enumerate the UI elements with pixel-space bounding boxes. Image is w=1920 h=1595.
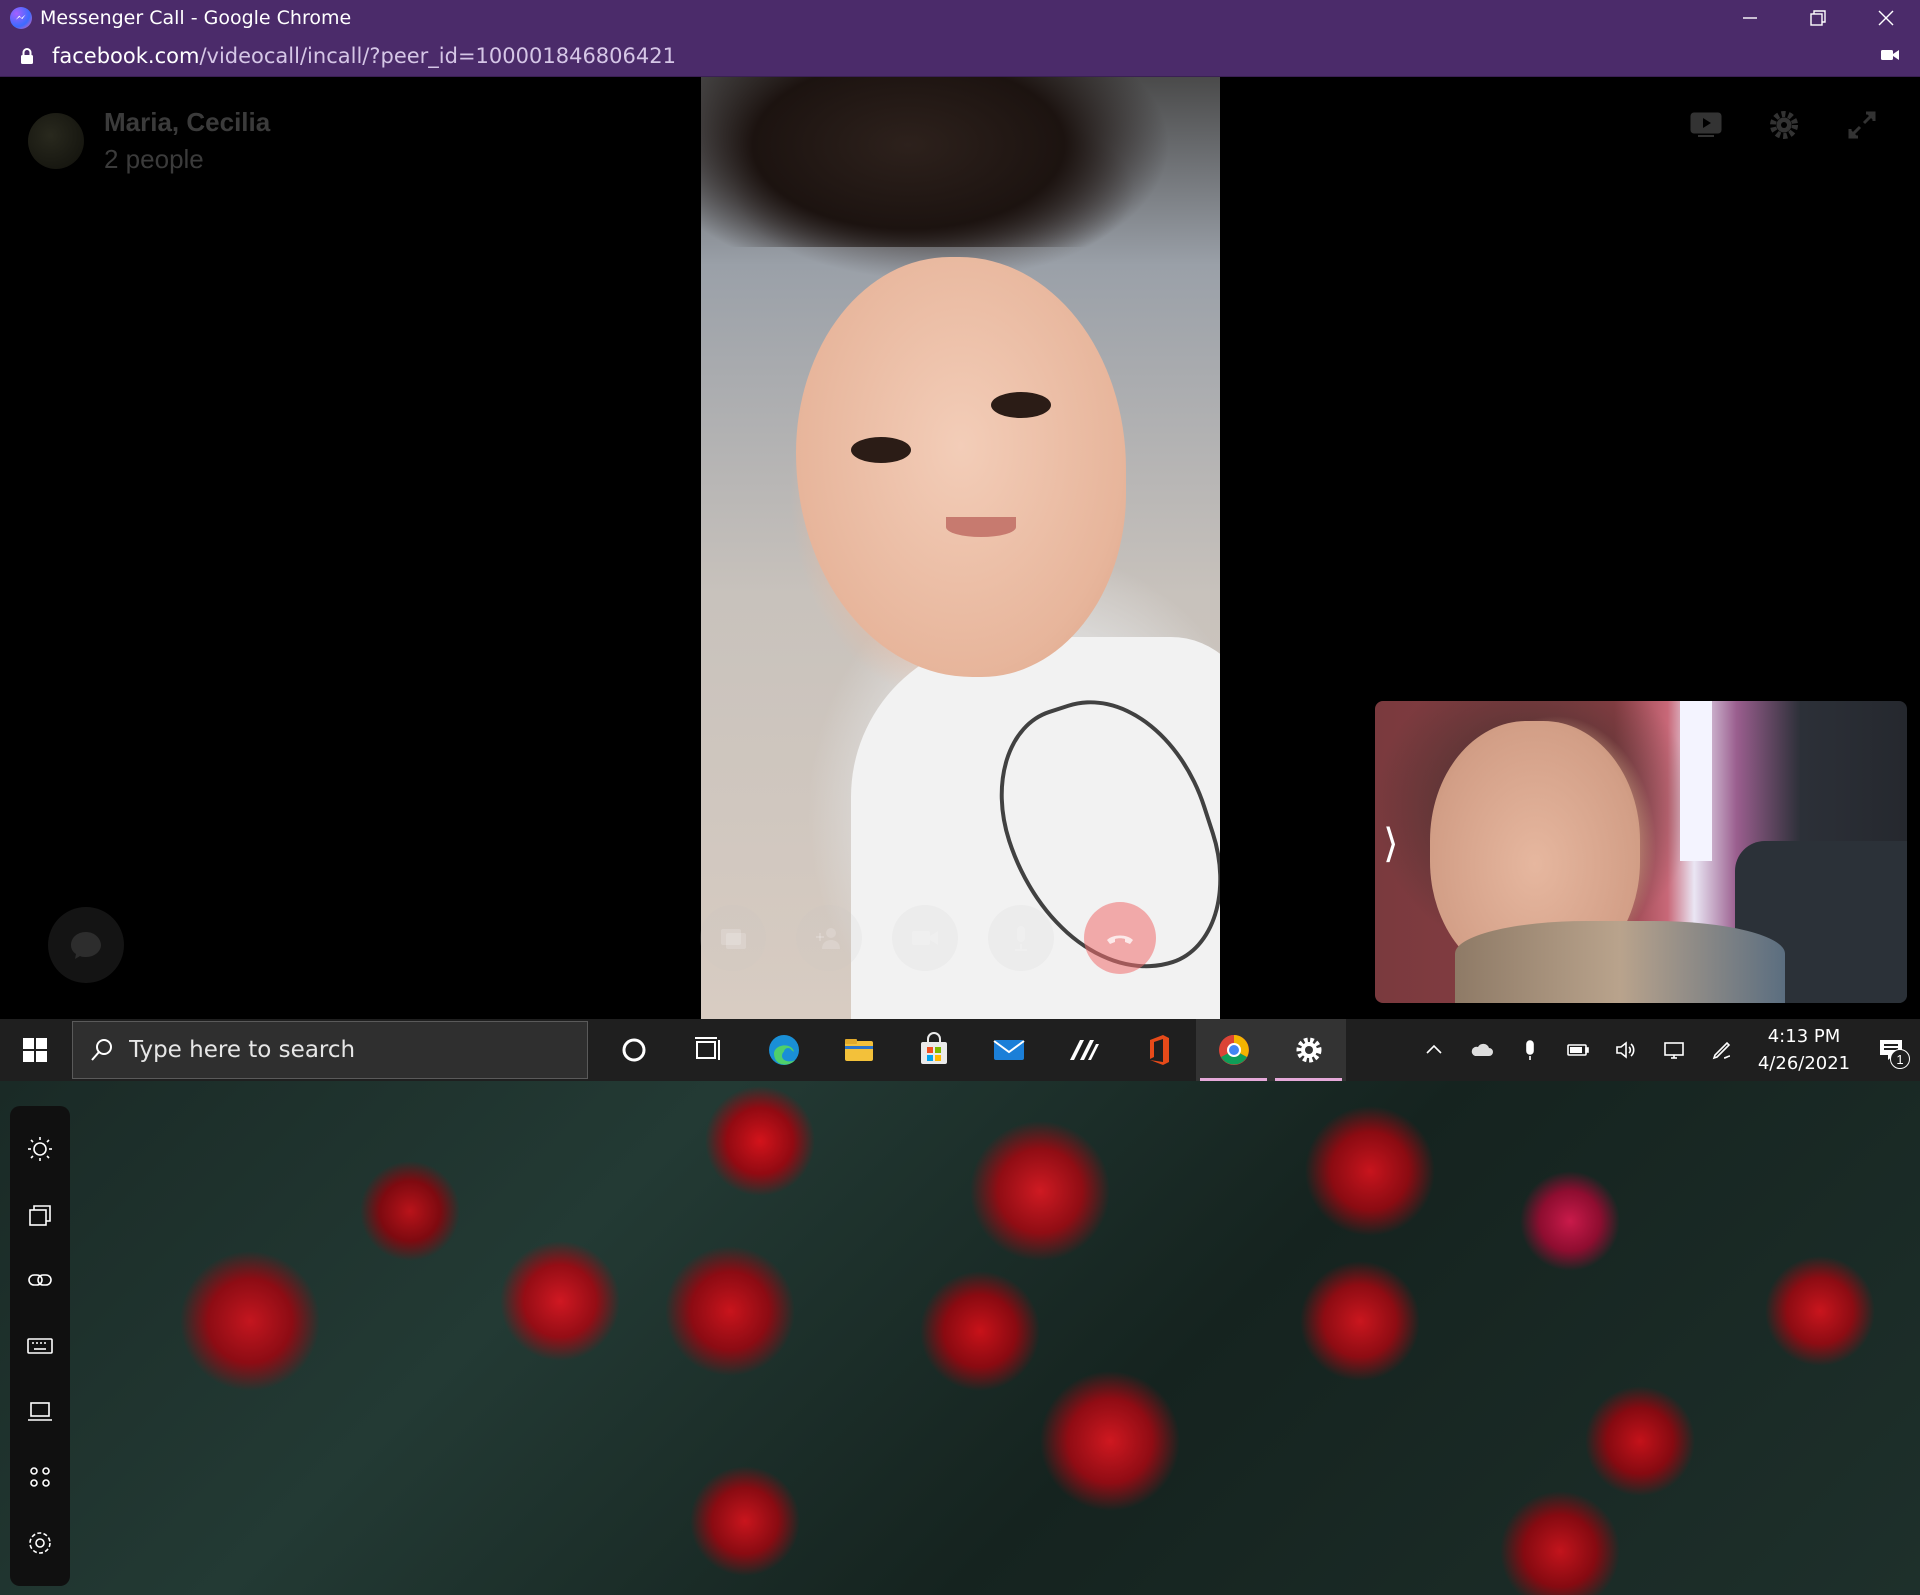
edge-icon[interactable] <box>746 1019 821 1081</box>
search-icon <box>91 1039 112 1061</box>
video-content <box>1680 701 1712 861</box>
battery-icon[interactable] <box>1554 1019 1602 1081</box>
window-title: Messenger Call - Google Chrome <box>40 6 352 29</box>
settings-gear-icon[interactable] <box>1766 107 1802 143</box>
call-group-name: Maria, Cecilia <box>104 107 271 137</box>
browser-title-bar: Messenger Call - Google Chrome <box>0 0 1920 35</box>
onedrive-icon[interactable] <box>1458 1019 1506 1081</box>
apps-icon[interactable] <box>18 1455 62 1499</box>
address-bar[interactable]: facebook.com/videocall/incall/?peer_id=1… <box>0 35 1920 77</box>
pen-icon[interactable] <box>1698 1019 1746 1081</box>
chat-bubble-icon <box>71 932 101 959</box>
mail-icon[interactable] <box>971 1019 1046 1081</box>
taskbar-clock[interactable]: 4:13 PM 4/26/2021 <box>1754 1023 1854 1077</box>
fullscreen-icon[interactable] <box>1844 107 1880 143</box>
volume-icon[interactable] <box>1602 1019 1650 1081</box>
video-toggle-button[interactable] <box>892 905 958 971</box>
chat-button[interactable] <box>48 907 124 983</box>
call-header: Maria, Cecilia 2 people <box>28 107 270 175</box>
taskbar-search-box[interactable] <box>72 1021 588 1079</box>
end-call-icon <box>1107 935 1133 944</box>
screen-share-icon[interactable] <box>1688 107 1724 143</box>
url-path: /videocall/incall/?peer_id=1000018468064… <box>199 43 676 68</box>
end-call-button[interactable] <box>1084 902 1156 974</box>
video-content <box>796 257 1126 677</box>
microphone-icon <box>1015 926 1027 951</box>
minimize-button[interactable] <box>1716 0 1784 35</box>
url-text[interactable]: facebook.com/videocall/incall/?peer_id=1… <box>52 44 676 68</box>
side-dock-toolbar <box>10 1106 70 1586</box>
network-icon[interactable] <box>1650 1019 1698 1081</box>
brightness-icon[interactable] <box>18 1127 62 1171</box>
start-button[interactable] <box>0 1019 70 1081</box>
office-icon[interactable] <box>1121 1019 1196 1081</box>
remote-video-feed <box>701 77 1220 1019</box>
task-view-icon[interactable] <box>671 1019 746 1081</box>
laptop-icon[interactable] <box>18 1390 62 1434</box>
video-content <box>851 437 911 463</box>
windows-taskbar: 4:13 PM 4/26/2021 1 <box>0 1019 1920 1081</box>
close-button[interactable] <box>1852 0 1920 35</box>
search-input[interactable] <box>129 1037 549 1063</box>
file-explorer-icon[interactable] <box>821 1019 896 1081</box>
microsoft-store-icon[interactable] <box>896 1019 971 1081</box>
clock-time: 4:13 PM <box>1767 1026 1841 1047</box>
collapse-preview-icon[interactable]: ⟩ <box>1383 821 1399 867</box>
cortana-icon[interactable] <box>596 1019 671 1081</box>
self-video-preview[interactable]: ⟩ <box>1375 701 1907 1003</box>
url-domain: facebook.com <box>52 43 200 68</box>
camera-in-use-icon[interactable] <box>1880 47 1900 63</box>
windows-icon[interactable] <box>18 1193 62 1237</box>
chrome-icon[interactable] <box>1196 1019 1271 1081</box>
keyboard-icon[interactable] <box>18 1324 62 1368</box>
video-call-area: Maria, Cecilia 2 people ⟩ <box>0 77 1920 1019</box>
video-camera-icon <box>912 931 938 945</box>
call-top-toolbar <box>1688 107 1880 143</box>
show-hidden-icons-icon[interactable] <box>1410 1019 1458 1081</box>
minimize-icon <box>1743 16 1757 19</box>
notification-count-badge: 1 <box>1890 1049 1910 1069</box>
mute-button[interactable] <box>988 905 1054 971</box>
video-content <box>991 392 1051 418</box>
share-screen-button[interactable] <box>700 905 766 971</box>
settings-gear-icon[interactable] <box>18 1521 62 1565</box>
restore-button[interactable] <box>1784 0 1852 35</box>
messenger-logo-icon <box>10 6 32 29</box>
microphone-icon[interactable] <box>1506 1019 1554 1081</box>
video-content <box>1455 921 1785 1003</box>
add-person-button[interactable] <box>796 905 862 971</box>
share-screen-icon <box>721 929 746 949</box>
settings-icon[interactable] <box>1271 1019 1346 1081</box>
call-participant-count: 2 people <box>104 144 204 174</box>
group-avatar <box>28 113 84 169</box>
clock-date: 4/26/2021 <box>1757 1053 1851 1074</box>
action-center-button[interactable]: 1 <box>1862 1019 1920 1081</box>
windows-logo-icon <box>23 1038 47 1062</box>
link-icon[interactable] <box>18 1258 62 1302</box>
app-icon[interactable] <box>1046 1019 1121 1081</box>
desktop-wallpaper <box>0 1081 1920 1595</box>
lock-icon[interactable] <box>20 47 34 64</box>
close-icon <box>1878 10 1894 25</box>
call-controls <box>700 902 1156 974</box>
video-content <box>946 517 1016 537</box>
video-content <box>701 77 1220 247</box>
add-person-icon <box>816 928 840 949</box>
restore-icon <box>1810 9 1826 26</box>
system-tray: 4:13 PM 4/26/2021 1 <box>1410 1019 1920 1081</box>
